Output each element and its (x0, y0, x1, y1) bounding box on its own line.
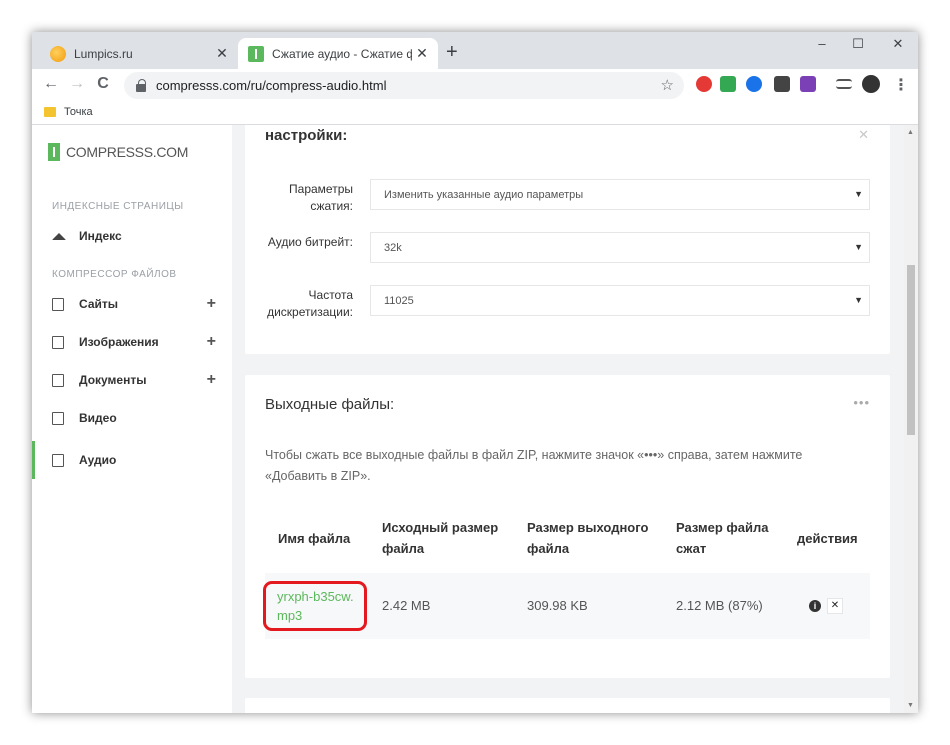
folder-icon (44, 107, 56, 117)
extension-box-icon[interactable] (774, 76, 790, 92)
output-card-title: Выходные файлы: (265, 396, 395, 413)
compression-params-label: Параметры сжатия: (289, 182, 353, 213)
zip-hint-text: Чтобы сжать все выходные файлы в файл ZI… (265, 448, 803, 483)
select-value: 32k (384, 241, 402, 254)
col-header-actions: действия (797, 531, 858, 546)
tab-compress-audio[interactable]: Сжатие аудио - Сжатие файлов ✕ (238, 38, 438, 69)
col-header-output-size: Размер выходного файла (527, 520, 649, 556)
main-content: настройки: ✕ Параметры сжатия: Изменить … (232, 125, 904, 713)
video-file-icon (52, 411, 64, 425)
sidebar-item-sites[interactable]: Сайты + (32, 289, 232, 319)
output-files-card: Выходные файлы: ••• Чтобы сжать все выхо… (245, 375, 890, 678)
sidebar-item-audio[interactable]: Аудио (32, 441, 232, 479)
more-options-icon[interactable]: ••• (853, 395, 870, 410)
extension-purple-icon[interactable] (800, 76, 816, 92)
extension-icon[interactable] (696, 76, 712, 92)
forward-button[interactable]: → (66, 75, 88, 93)
document-file-icon (52, 373, 64, 387)
sample-rate-select[interactable]: 11025 ▼ (370, 285, 870, 316)
compressed-value: 2.12 MB (87%) (676, 598, 763, 613)
expand-plus-icon[interactable]: + (207, 371, 216, 389)
settings-card-title: настройки: (265, 127, 348, 144)
audio-bitrate-select[interactable]: 32k ▼ (370, 232, 870, 263)
caret-down-icon: ▼ (854, 189, 863, 199)
address-bar[interactable]: compresss.com/ru/compress-audio.html ☆ (124, 72, 684, 99)
scrollbar-thumb[interactable] (907, 265, 915, 435)
extension-music-icon[interactable] (720, 76, 736, 92)
col-header-compressed: Размер файла сжат (676, 520, 769, 556)
home-icon (52, 232, 66, 240)
lock-icon (136, 78, 146, 92)
audio-bitrate-label: Аудио битрейт: (267, 235, 353, 249)
avatar[interactable] (862, 75, 880, 93)
sidebar-item-index[interactable]: Индекс (32, 221, 232, 251)
bookmarks-bar: Точка (32, 103, 918, 125)
zipper-logo-icon (48, 143, 60, 161)
delete-icon[interactable]: ✕ (827, 598, 843, 614)
close-icon[interactable]: ✕ (858, 127, 870, 143)
browser-window: Lumpics.ru ✕ Сжатие аудио - Сжатие файло… (32, 32, 918, 713)
compresss-favicon-icon (248, 45, 264, 62)
info-icon[interactable]: i (809, 600, 821, 612)
new-tab-button[interactable]: + (446, 41, 458, 64)
bookmark-star-icon[interactable]: ☆ (661, 76, 674, 94)
expand-plus-icon[interactable]: + (207, 295, 216, 313)
site-sidebar: COMPRESSS.COM ИНДЕКСНЫЕ СТРАНИЦЫ Индекс … (32, 125, 232, 713)
col-header-original-size: Исходный размер файла (382, 520, 499, 556)
col-header-filename: Имя файла (278, 531, 351, 546)
sidebar-item-images[interactable]: Изображения + (32, 327, 232, 357)
tab-title: Сжатие аудио - Сжатие файлов (272, 46, 412, 61)
sidebar-item-label: Изображения (79, 335, 159, 349)
browser-toolbar: ← → C compresss.com/ru/compress-audio.ht… (32, 69, 918, 103)
tab-title: Lumpics.ru (74, 46, 133, 61)
download-file-link[interactable]: yrxph-b35cw.mp3 (277, 587, 357, 625)
tab-strip: Lumpics.ru ✕ Сжатие аудио - Сжатие файло… (32, 32, 918, 69)
image-file-icon (52, 335, 64, 349)
scroll-down-icon[interactable]: ▼ (907, 702, 914, 709)
original-size-value: 2.42 MB (382, 598, 431, 613)
logo-text: COMPRESSS.COM (66, 144, 189, 160)
expand-plus-icon[interactable]: + (207, 333, 216, 351)
sidebar-item-label: Аудио (79, 453, 117, 467)
playlist-icon[interactable] (836, 79, 852, 89)
output-size-value: 309.98 KB (527, 598, 588, 613)
back-button[interactable]: ← (40, 75, 62, 93)
sites-file-icon (52, 297, 64, 311)
sample-rate-label: Частота дискретизации: (267, 288, 353, 319)
sidebar-section-index: ИНДЕКСНЫЕ СТРАНИЦЫ (52, 201, 184, 212)
caret-down-icon: ▼ (854, 242, 863, 252)
tab-lumpics[interactable]: Lumpics.ru ✕ (40, 38, 238, 69)
page-content: COMPRESSS.COM ИНДЕКСНЫЕ СТРАНИЦЫ Индекс … (32, 125, 918, 713)
select-value: 11025 (384, 294, 414, 307)
sidebar-section-compressor: КОМПРЕССОР ФАЙЛОВ (52, 269, 177, 280)
table-row: yrxph-b35cw.mp3 2.42 MB 309.98 KB 2.12 M… (263, 573, 870, 639)
reload-button[interactable]: C (92, 75, 114, 93)
sidebar-item-documents[interactable]: Документы + (32, 365, 232, 395)
page-scrollbar[interactable]: ▲ ▼ (904, 125, 918, 713)
extension-globe-icon[interactable] (746, 76, 762, 92)
tab-close-icon[interactable]: ✕ (212, 45, 232, 62)
scroll-up-icon[interactable]: ▲ (907, 129, 914, 136)
url-text: compresss.com/ru/compress-audio.html (156, 78, 387, 93)
sidebar-item-label: Видео (79, 411, 117, 425)
compression-params-select[interactable]: Изменить указанные аудио параметры ▼ (370, 179, 870, 210)
bookmark-folder-label[interactable]: Точка (64, 106, 93, 118)
lumpics-favicon-icon (50, 45, 66, 62)
sidebar-item-label: Индекс (79, 229, 122, 243)
minimize-button[interactable]: – (802, 36, 842, 51)
audio-file-icon (52, 453, 64, 467)
caret-down-icon: ▼ (854, 295, 863, 305)
tab-close-icon[interactable]: ✕ (412, 45, 432, 62)
sidebar-item-label: Сайты (79, 297, 118, 311)
close-window-button[interactable]: ✕ (878, 36, 918, 52)
menu-kebab-icon[interactable]: ⋮ (890, 75, 912, 95)
site-logo[interactable]: COMPRESSS.COM (48, 143, 188, 161)
next-card (245, 698, 890, 713)
select-value: Изменить указанные аудио параметры (384, 188, 584, 201)
sidebar-item-video[interactable]: Видео (32, 403, 232, 433)
maximize-button[interactable]: ☐ (838, 36, 878, 52)
sidebar-item-label: Документы (79, 373, 147, 387)
settings-card: настройки: ✕ Параметры сжатия: Изменить … (245, 125, 890, 354)
